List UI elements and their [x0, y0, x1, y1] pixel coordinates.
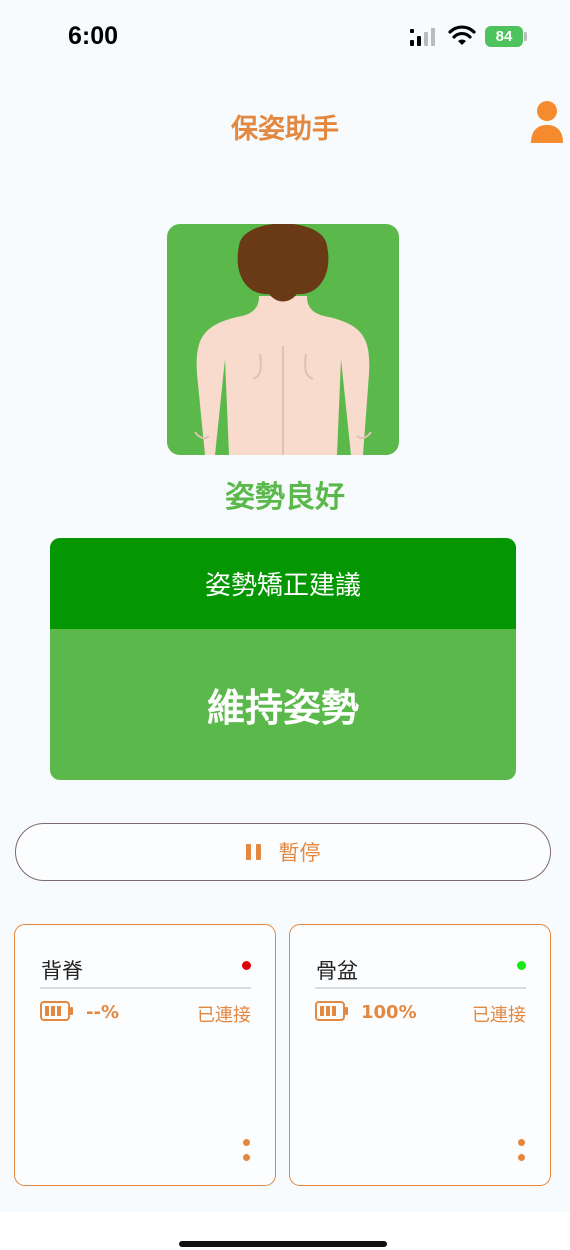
home-indicator[interactable]	[179, 1241, 387, 1247]
sensor-card-spine[interactable]: 背脊 --% 已連接	[14, 924, 276, 1186]
status-time: 6:00	[68, 22, 119, 50]
page-title: 保姿助手	[231, 114, 339, 145]
battery-icon	[40, 1001, 73, 1021]
posture-status-label: 姿勢良好	[225, 480, 345, 515]
battery-percentage: --%	[86, 1002, 119, 1023]
pause-label: 暫停	[278, 841, 321, 865]
cellular-signal-icon	[410, 28, 435, 46]
advice-message: 維持姿勢	[206, 686, 359, 730]
more-options-icon[interactable]	[518, 1139, 526, 1163]
sensor-card-pelvis[interactable]: 骨盆 100% 已連接	[289, 924, 551, 1186]
status-bar: 6:00 84	[0, 0, 570, 70]
advice-header: 姿勢矯正建議	[50, 538, 516, 629]
connection-status: 已連接	[472, 1005, 526, 1026]
person-icon[interactable]	[528, 100, 566, 144]
connection-status-dot	[517, 961, 526, 970]
sensor-name: 骨盆	[316, 959, 358, 983]
battery-percentage: 100%	[361, 1002, 417, 1023]
wifi-icon	[448, 25, 476, 45]
battery-tip	[524, 32, 527, 41]
pause-icon	[245, 844, 261, 860]
connection-status-dot	[242, 961, 251, 970]
divider	[315, 987, 526, 989]
battery-icon	[315, 1001, 348, 1021]
more-options-icon[interactable]	[243, 1139, 251, 1163]
back-figure-image	[194, 224, 372, 455]
advice-card: 姿勢矯正建議 維持姿勢	[50, 538, 516, 780]
pause-button[interactable]: 暫停	[15, 823, 551, 881]
sensor-name: 背脊	[41, 959, 83, 983]
connection-status: 已連接	[197, 1005, 251, 1026]
divider	[40, 987, 251, 989]
battery-indicator: 84	[485, 26, 523, 47]
posture-illustration	[167, 224, 399, 455]
